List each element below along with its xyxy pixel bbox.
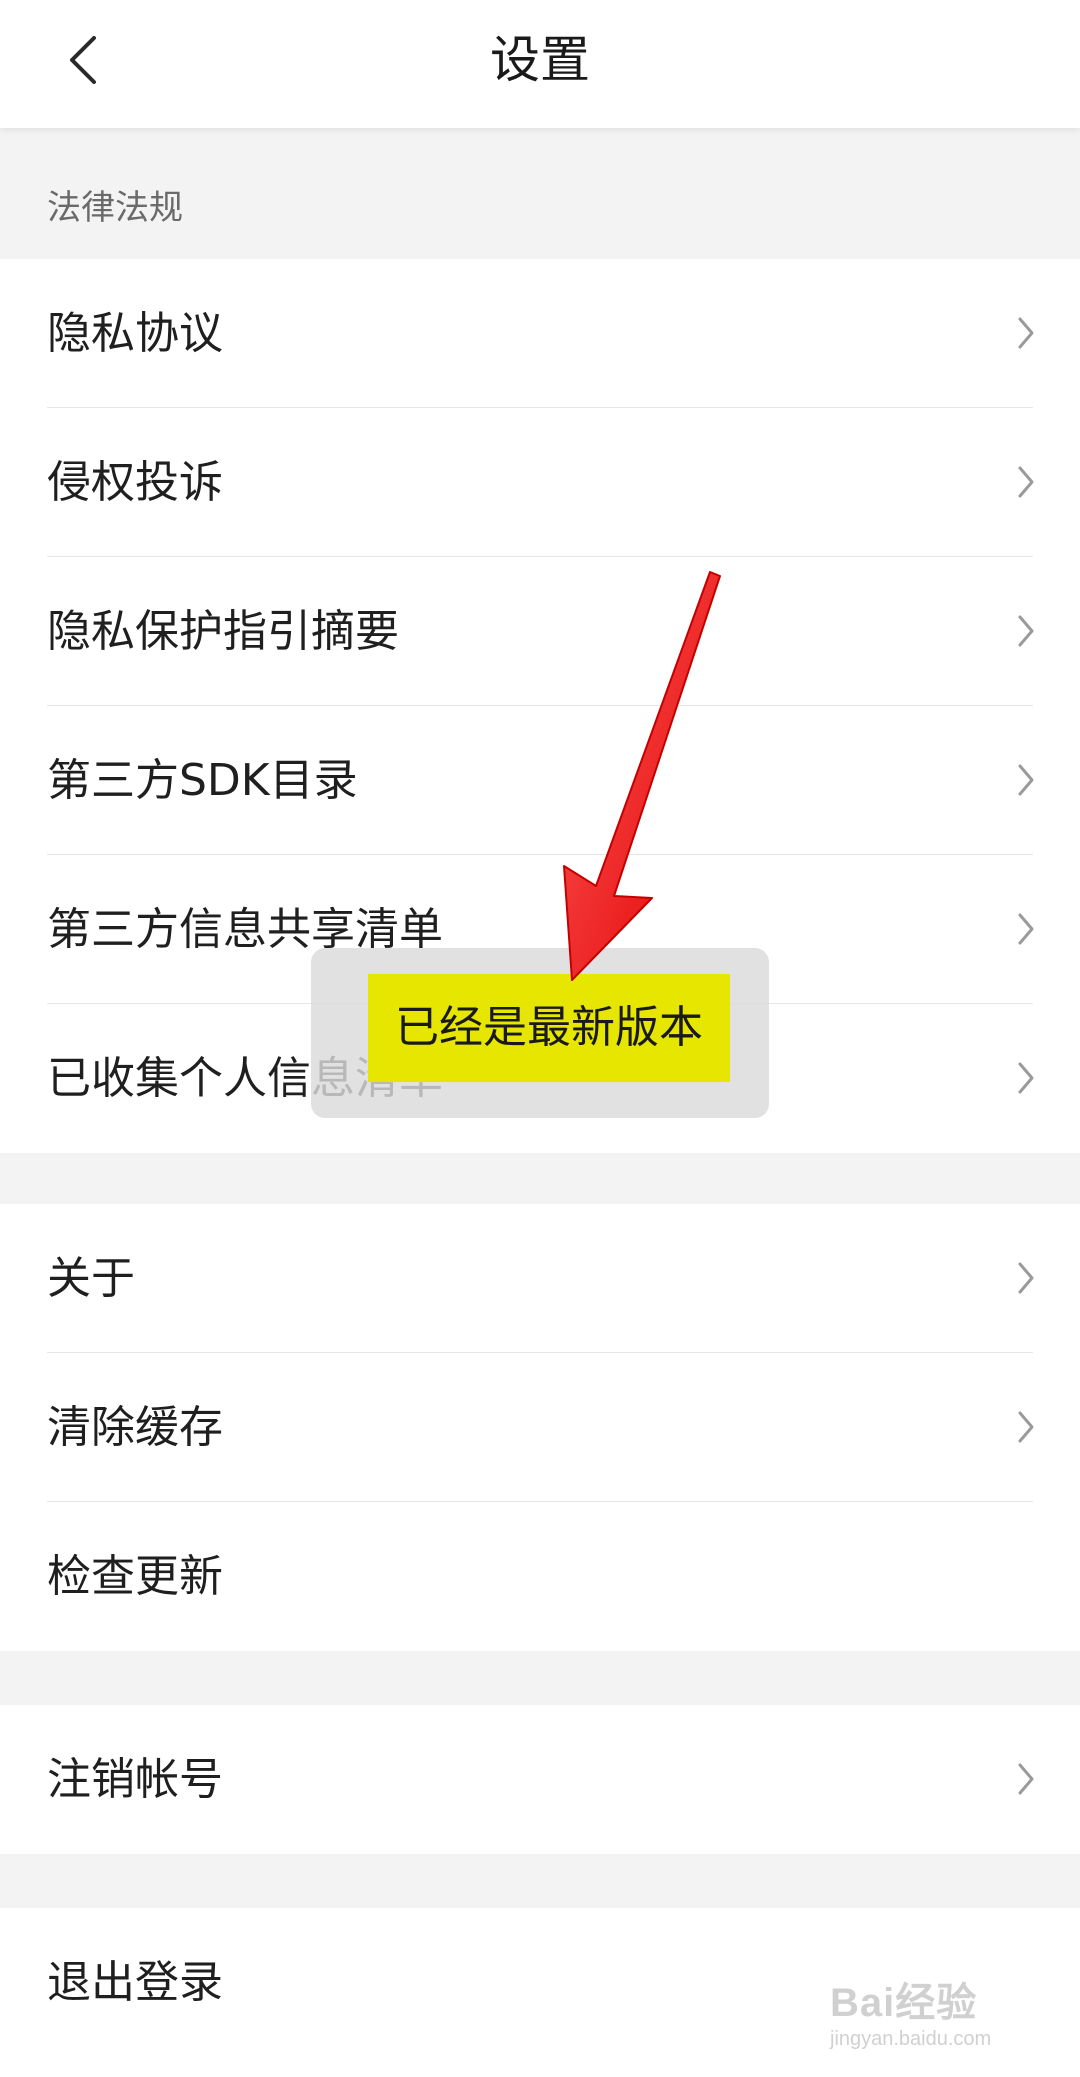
chevron-right-icon [1018,317,1034,349]
annotation-arrow-icon [563,571,721,981]
page-title: 设置 [490,31,590,89]
settings-item-label: 关于 [47,1253,135,1304]
watermark-url: jingyan.baidu.com [830,2028,992,2050]
app-header: 设置 [0,0,1080,128]
settings-group-account: 注销帐号 [0,1705,1080,1854]
section-label-legal: 法律法规 [47,188,183,228]
settings-item-label: 隐私保护指引摘要 [47,606,399,657]
watermark-logo: Bai经验 jingyan.baidu.com [820,1960,1040,2070]
settings-item-label: 第三方SDK目录 [47,755,358,806]
chevron-right-icon [1018,1062,1034,1094]
settings-item-label: 清除缓存 [47,1402,223,1453]
chevron-right-icon [1018,615,1034,647]
settings-item-check-update[interactable]: 检查更新 [0,1502,1080,1651]
settings-item-label: 隐私协议 [47,308,223,359]
chevron-right-icon [1018,764,1034,796]
chevron-right-icon [1018,913,1034,945]
chevron-right-icon [1018,1763,1034,1795]
watermark-brand: Bai经验 [830,1981,978,2025]
settings-item-label: 检查更新 [47,1551,223,1602]
chevron-right-icon [1018,1411,1034,1443]
toast-message: 已经是最新版本 [395,1002,703,1053]
settings-group-general: 关于 清除缓存 检查更新 [0,1204,1080,1651]
settings-item-label: 注销帐号 [47,1754,223,1805]
settings-item-about[interactable]: 关于 [0,1204,1080,1353]
chevron-right-icon [1018,466,1034,498]
settings-item-clear-cache[interactable]: 清除缓存 [0,1353,1080,1502]
settings-item-infringement-complaint[interactable]: 侵权投诉 [0,408,1080,557]
settings-item-delete-account[interactable]: 注销帐号 [0,1705,1080,1854]
settings-item-privacy-agreement[interactable]: 隐私协议 [0,259,1080,408]
settings-item-label: 退出登录 [47,1957,223,2008]
chevron-right-icon [1018,1262,1034,1294]
settings-item-label: 侵权投诉 [47,457,223,508]
